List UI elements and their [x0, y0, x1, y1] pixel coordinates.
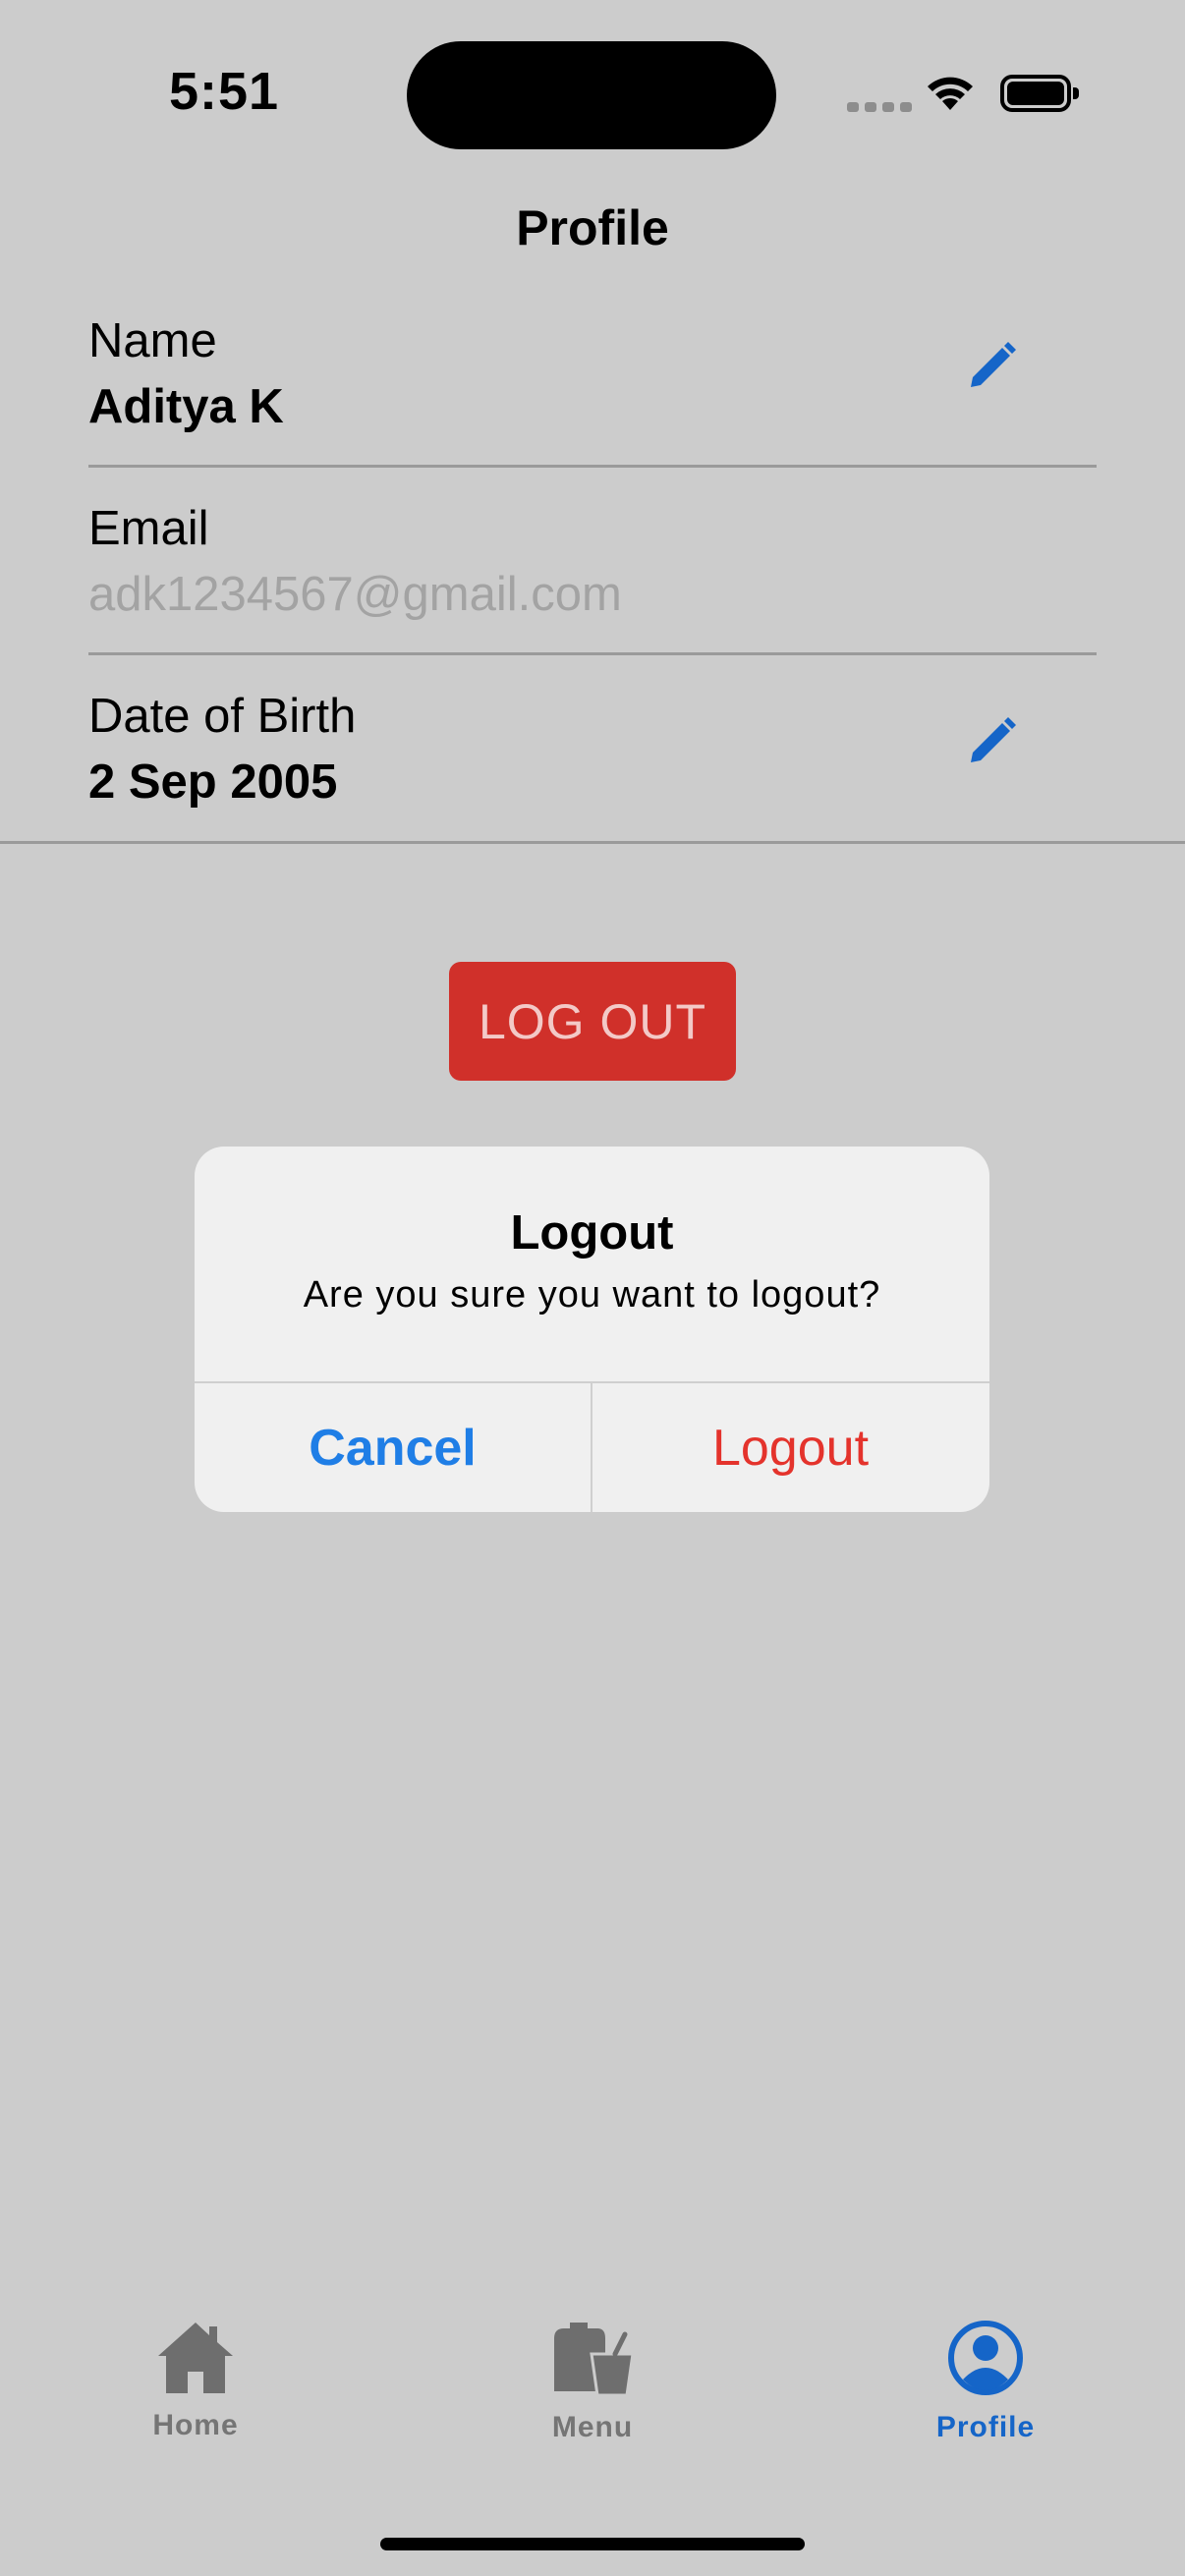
- divider: [0, 841, 1185, 844]
- name-field: Name Aditya K: [88, 312, 1097, 436]
- cellular-signal-icon: [847, 102, 912, 112]
- tab-menu[interactable]: Menu: [475, 2319, 710, 2444]
- alert-message: Are you sure you want to logout?: [303, 1274, 881, 1316]
- tab-menu-label: Menu: [551, 2411, 634, 2443]
- dob-label: Date of Birth: [88, 690, 357, 743]
- tab-home-label: Home: [152, 2409, 239, 2441]
- status-bar: 5:51: [0, 0, 1185, 187]
- edit-name-icon[interactable]: [963, 340, 1018, 395]
- edit-dob-icon[interactable]: [963, 715, 1018, 770]
- alert-logout-button[interactable]: Logout: [592, 1383, 988, 1512]
- tab-profile[interactable]: Profile: [868, 2319, 1103, 2444]
- email-value: adk1234567@gmail.com: [88, 567, 622, 621]
- name-value: Aditya K: [88, 379, 284, 433]
- logout-alert-dialog: Logout Are you sure you want to logout? …: [195, 1147, 989, 1512]
- status-time: 5:51: [169, 62, 280, 121]
- profile-icon: [948, 2321, 1023, 2395]
- tab-profile-label: Profile: [935, 2411, 1036, 2443]
- name-label: Name: [88, 314, 217, 367]
- menu-bag-icon: [554, 2323, 635, 2397]
- dob-value: 2 Sep 2005: [88, 755, 338, 809]
- alert-cancel-button[interactable]: Cancel: [195, 1383, 591, 1512]
- battery-icon: [1000, 75, 1079, 112]
- home-icon: [158, 2323, 233, 2393]
- divider: [88, 652, 1097, 655]
- home-indicator: [380, 2538, 805, 2550]
- dynamic-island: [407, 41, 776, 149]
- tab-home[interactable]: Home: [78, 2319, 313, 2442]
- alert-title: Logout: [510, 1206, 674, 1260]
- tab-bar: Home Menu Profile: [0, 2319, 1185, 2476]
- wifi-icon: [928, 77, 973, 110]
- page-title: Profile: [516, 200, 669, 255]
- logout-button[interactable]: LOG OUT: [449, 962, 736, 1081]
- email-label: Email: [88, 502, 209, 555]
- dob-field: Date of Birth 2 Sep 2005: [88, 688, 1097, 812]
- divider: [88, 465, 1097, 468]
- email-field: Email adk1234567@gmail.com: [88, 500, 1097, 624]
